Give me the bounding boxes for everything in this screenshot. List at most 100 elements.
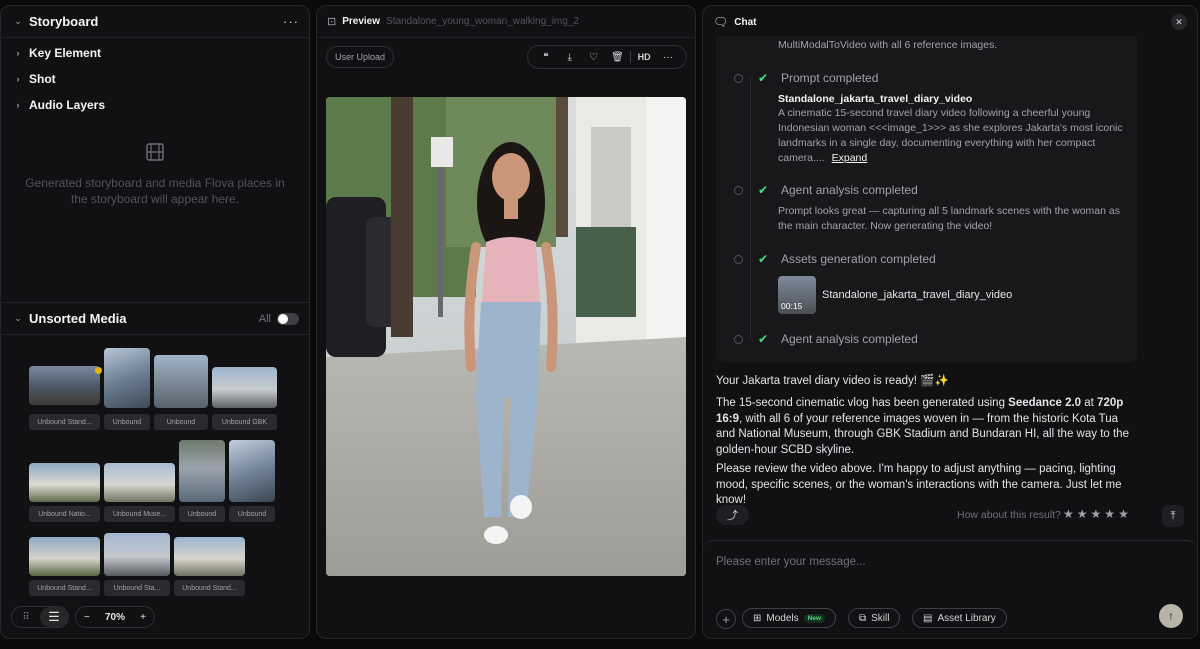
prompt-title: Standalone_jakarta_travel_diary_video xyxy=(778,93,973,105)
storyboard-panel: ⌄ Storyboard ··· › Key Element › Shot › Aud… xyxy=(0,5,310,639)
close-icon[interactable]: ✕ xyxy=(1171,14,1187,30)
scroll-top-icon[interactable]: ⤒ xyxy=(1162,505,1184,527)
media-thumbnail[interactable] xyxy=(29,463,100,502)
tree-item-key-element[interactable]: › Key Element xyxy=(1,40,309,66)
chevron-right-icon: › xyxy=(16,74,20,84)
unsorted-media-section: ⌄ Unsorted Media All xyxy=(1,302,309,335)
hd-button[interactable]: HD xyxy=(633,47,655,67)
asset-library-button[interactable]: ▤ Asset Library xyxy=(912,608,1007,628)
tree-item-label: Key Element xyxy=(29,46,102,60)
new-badge: New xyxy=(803,613,826,623)
step-dot xyxy=(734,186,743,195)
skill-icon: ⧉ xyxy=(859,612,867,624)
tree-item-label: Audio Layers xyxy=(29,98,106,112)
media-thumbnail[interactable] xyxy=(104,533,170,576)
chevron-down-icon[interactable]: ⌄ xyxy=(11,16,25,27)
chevron-right-icon: › xyxy=(16,48,20,58)
media-thumbnail[interactable] xyxy=(154,355,208,408)
asset-thumbnail[interactable]: 00:15 xyxy=(778,276,816,314)
filter-toggle[interactable] xyxy=(277,312,299,325)
rating-stars: ★ ★ ★ ★ ★ xyxy=(1063,507,1129,521)
view-switcher: ⠿ ☰ xyxy=(11,606,69,628)
storyboard-header: ⌄ Storyboard ··· xyxy=(1,6,309,38)
media-thumbnail[interactable] xyxy=(229,440,275,502)
star-icon[interactable]: ★ xyxy=(1118,507,1129,521)
preview-toolbar: ❝ ⤓ ♡ 🗑 HD ··· xyxy=(527,45,687,69)
more-icon[interactable]: ··· xyxy=(657,47,679,67)
step-dot xyxy=(734,335,743,344)
media-thumbnail[interactable] xyxy=(29,366,100,405)
message-input[interactable]: Please enter your message... xyxy=(716,556,866,568)
star-icon[interactable]: ★ xyxy=(1063,507,1074,521)
text-span: , with all 6 of your reference images wo… xyxy=(716,412,1129,456)
list-view-icon[interactable]: ☰ xyxy=(40,607,68,627)
preview-image[interactable] xyxy=(326,97,686,576)
preview-title: Preview xyxy=(342,16,381,27)
trash-icon[interactable]: 🗑 xyxy=(606,47,628,67)
step-text: MultiModalToVideo with all 6 reference i… xyxy=(778,39,998,51)
prompt-text: A cinematic 15-second travel diary video… xyxy=(778,106,1128,166)
preview-panel: ⊡ Preview Standalone_young_woman_walking… xyxy=(316,5,696,639)
grid-view-icon[interactable]: ⠿ xyxy=(12,607,40,627)
tree-item-audio-layers[interactable]: › Audio Layers xyxy=(1,92,309,118)
text-span: The 15-second cinematic vlog has been ge… xyxy=(716,397,1009,409)
chat-title: Chat xyxy=(734,16,757,28)
zoom-control: − 70% + xyxy=(75,606,155,628)
tree-item-label: Shot xyxy=(29,72,56,86)
chat-header: 🗨 Chat ✕ xyxy=(703,6,1197,38)
skill-button[interactable]: ⧉ Skill xyxy=(848,608,901,628)
share-icon[interactable]: ⤴ xyxy=(716,505,749,525)
models-icon: ⊞ xyxy=(753,612,762,624)
divider xyxy=(630,51,632,63)
models-label: Models xyxy=(766,612,799,624)
star-icon[interactable]: ★ xyxy=(1077,507,1088,521)
send-icon[interactable]: ↑ xyxy=(1159,604,1183,628)
feedback-question: How about this result? xyxy=(957,509,1061,521)
heart-icon[interactable]: ♡ xyxy=(583,47,605,67)
check-icon: ✔ xyxy=(758,183,769,197)
star-icon[interactable]: ★ xyxy=(1091,507,1102,521)
media-caption: Unbound xyxy=(104,414,150,430)
chevron-down-icon[interactable]: ⌄ xyxy=(11,313,25,324)
media-thumbnail[interactable] xyxy=(179,440,225,502)
download-icon[interactable]: ⤓ xyxy=(559,47,581,67)
zoom-level: 70% xyxy=(104,611,125,623)
filter-label: All xyxy=(258,312,271,325)
step-label: Agent analysis completed xyxy=(781,183,918,197)
asset-library-label: Asset Library xyxy=(937,612,996,624)
asset-name[interactable]: Standalone_jakarta_travel_diary_video xyxy=(822,289,1012,301)
unsorted-media-title: Unsorted Media xyxy=(29,311,127,326)
zoom-in-button[interactable]: + xyxy=(140,612,146,623)
preview-icon: ⊡ xyxy=(327,16,337,28)
tree-item-shot[interactable]: › Shot xyxy=(1,66,309,92)
media-caption: Unbound Stand... xyxy=(174,580,245,596)
step-dot xyxy=(734,255,743,264)
selected-dot xyxy=(95,367,102,374)
media-thumbnail[interactable] xyxy=(29,537,100,576)
model-name: Seedance 2.0 xyxy=(1008,397,1082,409)
agent-steps-card: MultiModalToVideo with all 6 reference i… xyxy=(716,36,1137,362)
skill-label: Skill xyxy=(871,612,890,624)
media-caption: Unbound xyxy=(154,414,208,430)
media-thumbnail[interactable] xyxy=(174,537,245,576)
zoom-out-button[interactable]: − xyxy=(84,612,90,623)
more-icon[interactable]: ··· xyxy=(283,14,299,29)
chat-panel: 🗨 Chat ✕ MultiModalToVideo with all 6 re… xyxy=(702,5,1198,639)
media-caption: Unbound Stand... xyxy=(29,414,100,430)
chat-icon: 🗨 xyxy=(713,15,729,29)
analysis-text: Prompt looks great — capturing all 5 lan… xyxy=(778,205,1120,232)
add-icon[interactable]: + xyxy=(716,609,736,629)
star-icon[interactable]: ★ xyxy=(1104,507,1115,521)
media-thumbnail[interactable] xyxy=(104,348,150,408)
preview-header: ⊡ Preview Standalone_young_woman_walking… xyxy=(317,6,695,38)
media-thumbnail[interactable] xyxy=(104,463,175,502)
media-caption: Unbound Sta... xyxy=(104,580,170,596)
media-caption: Unbound GBK xyxy=(212,414,277,430)
expand-link[interactable]: Expand xyxy=(832,152,868,164)
preview-filename: Standalone_young_woman_walking_img_2 xyxy=(386,16,579,27)
result-paragraph: The 15-second cinematic vlog has been ge… xyxy=(716,396,1136,458)
models-button[interactable]: ⊞ Models New xyxy=(742,608,837,628)
composer: Please enter your message... + ⊞ Models … xyxy=(703,540,1197,638)
media-thumbnail[interactable] xyxy=(212,367,277,408)
quote-icon[interactable]: ❝ xyxy=(535,47,557,67)
